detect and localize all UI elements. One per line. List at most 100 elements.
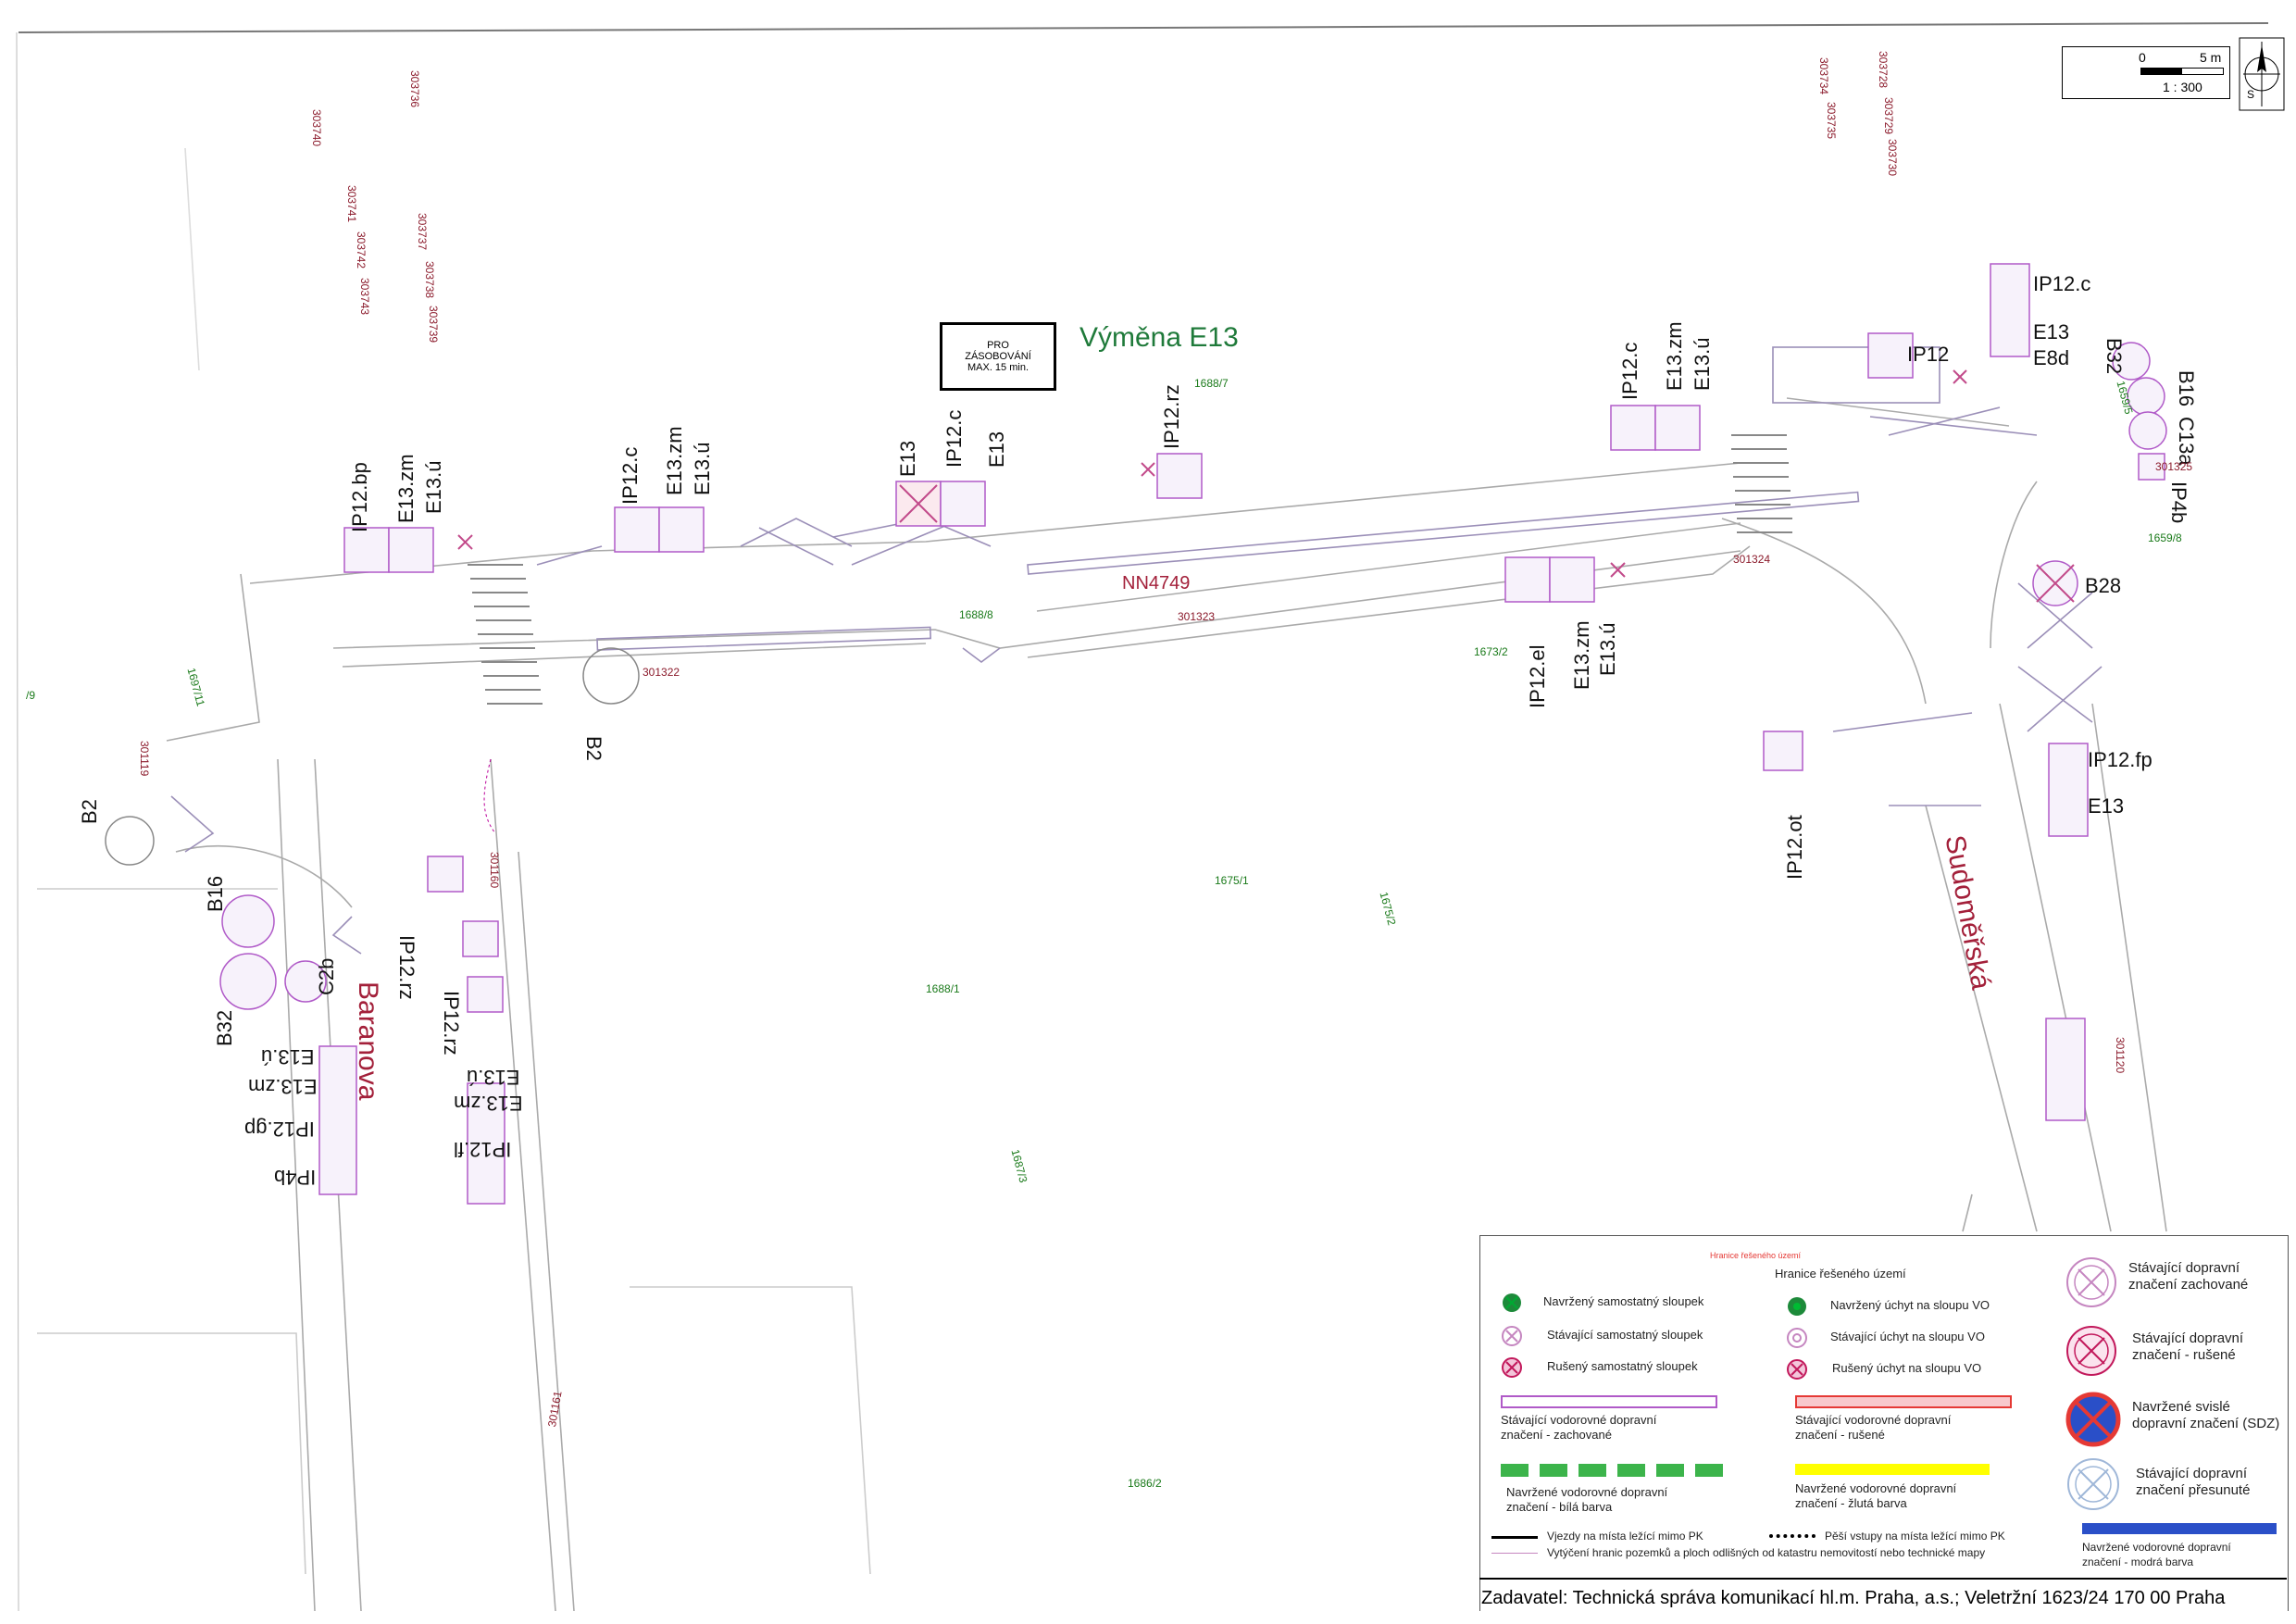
legend-item: Stávající úchyt na sloupu VO xyxy=(1830,1330,1985,1343)
sign-label: IP12.rz xyxy=(395,935,418,1000)
blue-marking-swatch xyxy=(2082,1523,2277,1534)
removed-post-icon xyxy=(1502,1357,1522,1378)
sign-label: B32 xyxy=(2103,338,2126,375)
sign-label: IP12.gp xyxy=(244,1118,315,1141)
entry-line-swatch xyxy=(1491,1536,1538,1539)
parcel-number: 1688/8 xyxy=(959,608,993,621)
sign-label: E13.ú xyxy=(467,1066,520,1089)
legend-item: Stávající dopravní xyxy=(2132,1330,2244,1346)
survey-marker: 303728 xyxy=(1877,51,1890,89)
survey-marker: 303737 xyxy=(416,213,429,251)
survey-marker: 303730 xyxy=(1886,139,1899,177)
existing-mount-icon xyxy=(1787,1328,1807,1348)
sign-label: E13 xyxy=(896,440,919,477)
sign-placards xyxy=(318,263,2165,1205)
sign-label: B28 xyxy=(2085,574,2122,597)
existing-sign-moved-icon xyxy=(2067,1458,2119,1510)
legend-item: Stávající vodorovné dopravní xyxy=(1795,1413,1952,1427)
parcel-number: 1675/1 xyxy=(1215,874,1249,887)
legend-item: Stávající dopravní xyxy=(2128,1260,2240,1276)
scale-ratio: 1 : 300 xyxy=(2163,80,2202,94)
survey-marker: 303736 xyxy=(408,70,421,108)
sign-label: E13 xyxy=(2033,320,2070,344)
client-info: Zadavatel: Technická správa komunikací h… xyxy=(1479,1578,2287,1615)
sign-label: IP12.c xyxy=(1618,342,1641,400)
existing-post-icon xyxy=(1502,1326,1522,1346)
legend-boundary-small: Hranice řešeného území xyxy=(1710,1251,1802,1260)
survey-marker: 301120 xyxy=(2114,1037,2127,1074)
survey-marker: 303740 xyxy=(310,109,323,147)
sign-label: IP12.c xyxy=(942,409,966,468)
white-marking-swatch xyxy=(1501,1464,1723,1477)
legend-item: značení - zachované xyxy=(1501,1428,1612,1442)
sign-label: E13.ú xyxy=(1691,337,1714,392)
survey-marker: 301160 xyxy=(488,852,501,889)
survey-marker: 303741 xyxy=(345,185,358,223)
sign-label: IP12.el xyxy=(1526,644,1549,709)
survey-marker: 303735 xyxy=(1825,102,1838,140)
scale-zero: 0 xyxy=(2139,50,2146,65)
legend-item: dopravní značení (SDZ) xyxy=(2132,1416,2280,1431)
legend-item: Navržené svislé xyxy=(2132,1399,2230,1415)
sign-label: B2 xyxy=(78,799,101,824)
legend-item: Navržené vodorovné dopravní xyxy=(1795,1481,1957,1495)
boundary-line-swatch xyxy=(1491,1553,1538,1554)
legend-item: Navržené vodorovné dopravní xyxy=(2082,1541,2231,1554)
legend-item: značení - rušené xyxy=(1795,1428,1885,1442)
supply-sign-line-2: ZÁSOBOVÁNÍ xyxy=(965,351,1031,362)
sheet-border-top xyxy=(18,22,2269,33)
parcel-number: 1688/1 xyxy=(926,982,960,995)
parcel-number: 1688/7 xyxy=(1194,377,1229,390)
survey-marker: 301322 xyxy=(643,666,680,679)
legend-item: Vytýčení hranic pozemků a ploch odlišnýc… xyxy=(1547,1546,1986,1559)
sign-label: E13.zm xyxy=(1663,321,1686,391)
sign-label: IP12.fp xyxy=(2088,748,2152,771)
sign-label: IP12.bp xyxy=(348,462,371,532)
sign-label: B2 xyxy=(582,736,605,761)
survey-marker: 303738 xyxy=(423,261,436,299)
proposed-mount-icon xyxy=(1788,1297,1806,1316)
crosswalk xyxy=(468,564,543,705)
sign-label: IP12.rz xyxy=(440,991,463,1056)
network-id: NN4749 xyxy=(1122,573,1191,593)
supply-sign-line-3: MAX. 15 min. xyxy=(967,362,1029,373)
existing-sign-kept-icon xyxy=(2066,1257,2116,1307)
legend-boundary: Hranice řešeného území xyxy=(1775,1267,1906,1280)
legend-item: Stávající vodorovné dopravní xyxy=(1501,1413,1657,1427)
legend: Hranice řešeného území Hranice řešeného … xyxy=(1479,1235,2289,1611)
legend-item: značení přesunuté xyxy=(2136,1482,2251,1498)
scale-five: 5 m xyxy=(2200,50,2222,65)
survey-marker: 303734 xyxy=(1817,57,1830,95)
survey-marker: 301325 xyxy=(2155,460,2193,473)
sign-label: E13.ú xyxy=(691,442,714,496)
sign-label: E8d xyxy=(2033,346,2070,369)
existing-marking-swatch xyxy=(1501,1395,1717,1408)
round-signs xyxy=(105,342,2167,1010)
supply-sign: PRO ZÁSOBOVÁNÍ MAX. 15 min. xyxy=(940,322,1056,391)
parcel-number: 1659/8 xyxy=(2148,531,2182,544)
survey-marker: 303743 xyxy=(358,278,371,316)
parcel-number: 1686/2 xyxy=(1128,1477,1162,1490)
survey-marker: 303729 xyxy=(1882,97,1895,135)
pedestrian-line-swatch xyxy=(1769,1534,1816,1538)
legend-item: Navržený úchyt na sloupu VO xyxy=(1830,1298,1990,1312)
legend-item: Pěší vstupy na místa ležící mimo PK xyxy=(1825,1530,2005,1543)
sign-label: C13a xyxy=(2175,417,2198,466)
survey-marker: 301324 xyxy=(1733,553,1771,566)
legend-item: značení - modrá barva xyxy=(2082,1555,2194,1568)
sign-label: E13.zm xyxy=(454,1092,523,1115)
sign-label: E13.ú xyxy=(422,460,445,515)
sign-label: E13.zm xyxy=(394,454,418,523)
sign-label: IP12 xyxy=(1907,343,1950,366)
legend-item: Stávající dopravní xyxy=(2136,1466,2248,1481)
legend-item: Vjezdy na místa ležící mimo PK xyxy=(1547,1530,1703,1543)
sign-label: B32 xyxy=(213,1009,236,1046)
legend-item: Stávající samostatný sloupek xyxy=(1547,1328,1703,1342)
legend-item: značení - žlutá barva xyxy=(1795,1496,1907,1510)
sign-label: IP12.rz xyxy=(1160,384,1183,449)
proposed-sign-icon xyxy=(2065,1392,2121,1447)
sign-label: IP12.c xyxy=(618,446,642,505)
sign-label: B16 xyxy=(204,875,227,912)
street-baranova: Baranova xyxy=(353,981,383,1101)
scale-ruler xyxy=(2140,68,2224,75)
